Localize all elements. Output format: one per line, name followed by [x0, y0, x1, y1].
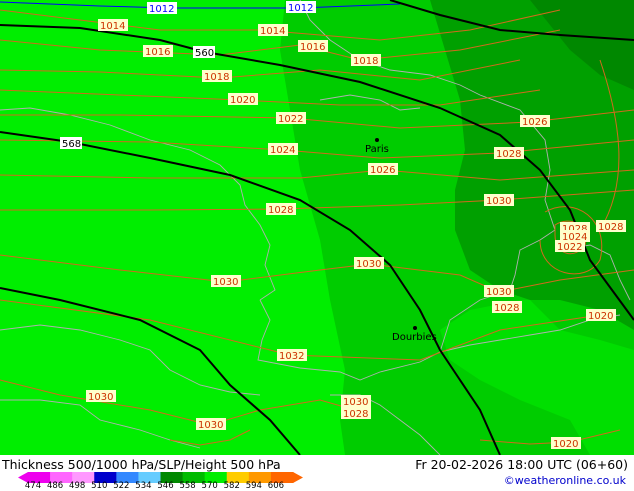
city-label-paris: Paris [365, 144, 389, 155]
isobar-label: 1012 [149, 4, 174, 15]
isobar-label: 1030 [356, 259, 381, 270]
isobar-label: 1020 [230, 95, 255, 106]
city-label-dourbies: Dourbies [392, 332, 437, 343]
weather-map: Paris Dourbies 560 568 1012 1012 1014 10… [0, 0, 634, 455]
isobar-label: 1028 [496, 149, 521, 160]
isobar-label: 1022 [278, 114, 303, 125]
isobar-label: 1028 [343, 409, 368, 420]
isobar-label: 1020 [588, 311, 613, 322]
map-title: Thickness 500/1000 hPa/SLP/Height 500 hP… [2, 457, 281, 472]
isobar-label: 1016 [145, 47, 170, 58]
isobar-label: 1030 [343, 397, 368, 408]
copyright-link[interactable]: ©weatheronline.co.uk [504, 474, 626, 487]
height-label-560: 560 [195, 48, 214, 59]
isobar-label: 1028 [268, 205, 293, 216]
isobar-label: 1016 [300, 42, 325, 53]
isobar-label: 1024 [270, 145, 295, 156]
isobar-label: 1018 [353, 56, 378, 67]
isobar-label: 1026 [370, 165, 395, 176]
map-datetime: Fr 20-02-2026 18:00 UTC (06+60) [415, 457, 628, 472]
isobar-label: 1026 [522, 117, 547, 128]
isobar-label: 1014 [260, 26, 285, 37]
isobar-label: 1012 [288, 3, 313, 14]
isobar-label: 1028 [598, 222, 623, 233]
isobar-label: 1028 [494, 303, 519, 314]
isobar-label: 1030 [88, 392, 113, 403]
height-label-568: 568 [62, 139, 81, 150]
isobar-label: 1030 [213, 277, 238, 288]
isobar-label: 1030 [198, 420, 223, 431]
isobar-label: 1022 [557, 242, 582, 253]
isobar-label: 1020 [553, 439, 578, 450]
isobar-label: 1014 [100, 21, 125, 32]
isobar-label: 1018 [204, 72, 229, 83]
map-footer: Thickness 500/1000 hPa/SLP/Height 500 hP… [0, 455, 634, 491]
isobar-label: 1030 [486, 287, 511, 298]
isobar-label: 1032 [279, 351, 304, 362]
isobar-label: 1030 [486, 196, 511, 207]
